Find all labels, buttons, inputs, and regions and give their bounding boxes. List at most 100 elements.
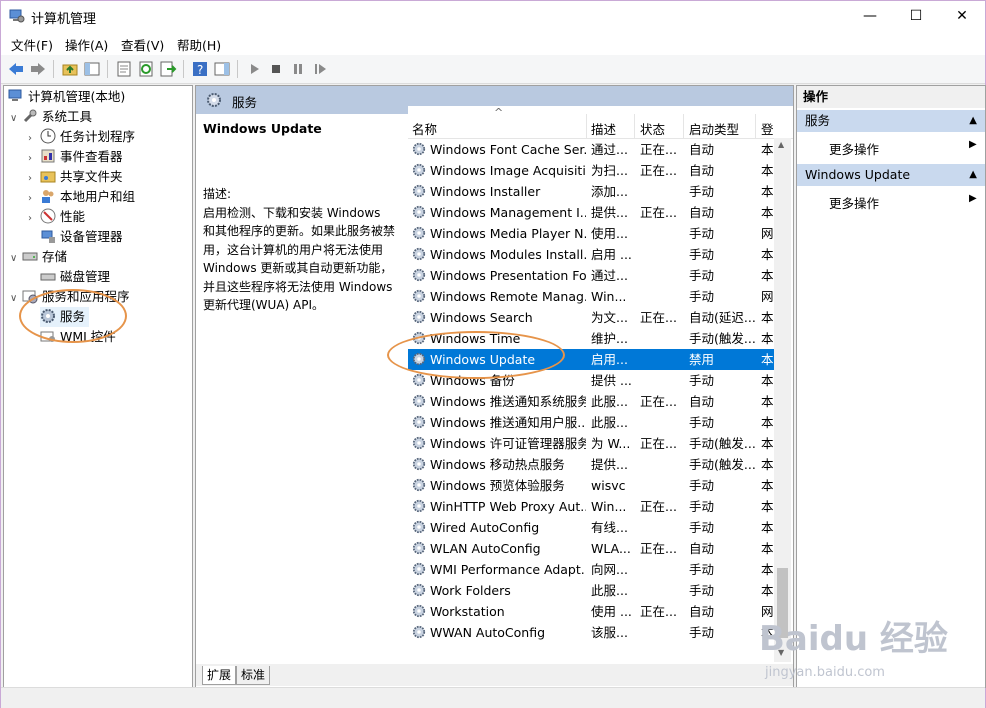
table-row[interactable]: WMI Performance Adapt... 向网... 手动 本 bbox=[408, 559, 774, 580]
back-arrow-icon[interactable] bbox=[7, 60, 25, 78]
chevron-down-icon[interactable]: ∨ bbox=[10, 249, 22, 269]
service-desc: 启用 ... bbox=[591, 247, 632, 262]
table-row[interactable]: Windows 预览体验服务 wisvc 手动 本 bbox=[408, 475, 774, 496]
show-action-pane-icon[interactable] bbox=[213, 60, 231, 78]
maximize-button[interactable]: ☐ bbox=[893, 1, 939, 31]
pause-service-icon[interactable] bbox=[289, 60, 307, 78]
table-row[interactable]: Windows Management I... 提供... 正在... 自动 本 bbox=[408, 202, 774, 223]
table-row[interactable]: WWAN AutoConfig 该服... 手动本 bbox=[408, 622, 774, 643]
column-logon[interactable]: 登 bbox=[761, 119, 773, 138]
tree-item-local-users[interactable]: › 本地用户和组 bbox=[28, 187, 135, 207]
up-folder-icon[interactable] bbox=[61, 60, 79, 78]
tree-item-computer-management[interactable]: 计算机管理(本地) bbox=[8, 87, 125, 107]
gear-icon bbox=[412, 268, 426, 282]
service-desc: 提供 ... bbox=[591, 373, 632, 388]
table-row[interactable]: Windows 许可证管理器服务为 W... 正在... 手动(触发... 本 bbox=[408, 433, 774, 454]
column-separator[interactable] bbox=[634, 114, 635, 138]
status-bar bbox=[1, 687, 985, 708]
gear-icon bbox=[412, 499, 426, 513]
service-logon: 本 bbox=[761, 163, 773, 178]
vertical-scrollbar[interactable]: ▲ ▼ bbox=[774, 138, 791, 662]
service-logon: 本 bbox=[761, 205, 773, 220]
service-desc: 添加... bbox=[591, 184, 628, 199]
service-desc: 提供... bbox=[591, 205, 628, 220]
column-separator[interactable] bbox=[755, 114, 756, 138]
menu-help[interactable]: 帮助(H) bbox=[177, 35, 221, 54]
menu-bar: 文件(F) 操作(A) 查看(V) 帮助(H) bbox=[1, 31, 985, 55]
tree-item-system-tools[interactable]: ∨ 系统工具 bbox=[10, 107, 92, 127]
table-row[interactable]: Windows Presentation Fo... 通过... 手动 本 bbox=[408, 265, 774, 286]
table-row[interactable]: Workstation 使用 ... 正在... 自动网 bbox=[408, 601, 774, 622]
actions-section-windows-update[interactable]: Windows Update ▲ bbox=[797, 164, 985, 186]
scroll-up-icon[interactable]: ▲ bbox=[778, 140, 784, 149]
column-separator[interactable] bbox=[683, 114, 684, 138]
show-hide-tree-icon[interactable] bbox=[83, 60, 101, 78]
column-name[interactable]: 名称 bbox=[412, 119, 437, 138]
start-service-icon[interactable] bbox=[245, 60, 263, 78]
table-row[interactable]: Windows Font Cache Ser... 通过... 正在... 自动 本 bbox=[408, 139, 774, 160]
restart-service-icon[interactable] bbox=[311, 60, 329, 78]
table-row[interactable]: Windows 推送通知用户服... 此服... 手动 本 bbox=[408, 412, 774, 433]
table-row[interactable]: Windows 移动热点服务 提供... 手动(触发... 本 bbox=[408, 454, 774, 475]
chevron-right-icon[interactable]: › bbox=[28, 149, 40, 169]
tree-item-disk-management[interactable]: 磁盘管理 bbox=[40, 267, 110, 287]
window-title: 计算机管理 bbox=[31, 12, 97, 27]
properties-icon[interactable] bbox=[115, 60, 133, 78]
column-separator[interactable] bbox=[586, 114, 587, 138]
tree-item-event-viewer[interactable]: › 事件查看器 bbox=[28, 147, 123, 167]
tree-item-storage[interactable]: ∨ 存储 bbox=[10, 247, 67, 267]
help-icon[interactable]: ? bbox=[191, 60, 209, 78]
gear-icon bbox=[412, 226, 426, 240]
gear-icon bbox=[412, 478, 426, 492]
tree-item-device-manager[interactable]: 设备管理器 bbox=[40, 227, 123, 247]
column-status[interactable]: 状态 bbox=[640, 119, 665, 138]
annotation-circle-services bbox=[19, 289, 127, 343]
menu-file[interactable]: 文件(F) bbox=[11, 35, 53, 54]
actions-section-services[interactable]: 服务 ▲ bbox=[797, 110, 985, 132]
collapse-icon[interactable]: ▲ bbox=[969, 110, 977, 132]
table-row[interactable]: Windows Search 为文... 正在... 自动(延迟... 本 bbox=[408, 307, 774, 328]
table-row[interactable]: Wired AutoConfig 有线... 手动 本 bbox=[408, 517, 774, 538]
tree-item-task-scheduler[interactable]: › 任务计划程序 bbox=[28, 127, 135, 147]
more-actions-windows-update[interactable]: 更多操作 ▶ bbox=[829, 193, 977, 212]
export-list-icon[interactable] bbox=[159, 60, 177, 78]
forward-arrow-icon[interactable] bbox=[29, 60, 47, 78]
tree-item-performance[interactable]: › 性能 bbox=[28, 207, 85, 227]
column-startup-type[interactable]: 启动类型 bbox=[689, 119, 739, 138]
table-row[interactable]: Windows 推送通知系统服务 此服... 正在... 自动 本 bbox=[408, 391, 774, 412]
tab-standard[interactable]: 标准 bbox=[236, 666, 271, 685]
table-row[interactable]: Windows Image Acquisiti... 为扫... 正在... 自动 本 bbox=[408, 160, 774, 181]
refresh-icon[interactable] bbox=[137, 60, 155, 78]
table-row[interactable]: WLAN AutoConfig WLA... 正在... 自动 本 bbox=[408, 538, 774, 559]
collapse-icon[interactable]: ▲ bbox=[969, 164, 977, 186]
service-name: Windows Installer bbox=[430, 184, 541, 199]
more-actions-label: 更多操作 bbox=[829, 142, 880, 157]
service-startup-type: 自动 bbox=[689, 541, 715, 556]
table-row[interactable]: Windows Media Player N... 使用... 手动 网 bbox=[408, 223, 774, 244]
column-description[interactable]: 描述 bbox=[591, 119, 616, 138]
section-label: 服务 bbox=[805, 113, 831, 128]
stop-service-icon[interactable] bbox=[267, 60, 285, 78]
more-actions-services[interactable]: 更多操作 ▶ bbox=[829, 139, 977, 158]
service-desc: 使用 ... bbox=[591, 604, 632, 619]
chevron-down-icon[interactable]: ∨ bbox=[10, 109, 22, 129]
chevron-right-icon[interactable]: › bbox=[28, 209, 40, 229]
menu-action[interactable]: 操作(A) bbox=[65, 35, 108, 54]
service-startup-type: 自动 bbox=[689, 142, 715, 157]
chevron-down-icon[interactable]: ∨ bbox=[10, 289, 22, 309]
chevron-right-icon[interactable]: › bbox=[28, 129, 40, 149]
table-row[interactable]: WinHTTP Web Proxy Aut... Win... 正在... 手动 本 bbox=[408, 496, 774, 517]
service-startup-type: 手动(触发... bbox=[689, 457, 755, 472]
menu-view[interactable]: 查看(V) bbox=[121, 35, 164, 54]
annotation-circle-windows-update bbox=[387, 331, 565, 379]
chevron-right-icon[interactable]: › bbox=[28, 189, 40, 209]
table-row[interactable]: Windows Modules Install... 启用 ... 手动 本 bbox=[408, 244, 774, 265]
close-button[interactable]: ✕ bbox=[939, 1, 985, 31]
table-row[interactable]: Work Folders 此服... 手动 本 bbox=[408, 580, 774, 601]
table-row[interactable]: Windows Remote Manag... Win... 手动 网 bbox=[408, 286, 774, 307]
table-row[interactable]: Windows Installer 添加... 手动 本 bbox=[408, 181, 774, 202]
tab-extended[interactable]: 扩展 bbox=[202, 666, 237, 685]
chevron-right-icon[interactable]: › bbox=[28, 169, 40, 189]
tree-item-shared-folders[interactable]: › 共享文件夹 bbox=[28, 167, 123, 187]
minimize-button[interactable]: — bbox=[847, 1, 893, 31]
